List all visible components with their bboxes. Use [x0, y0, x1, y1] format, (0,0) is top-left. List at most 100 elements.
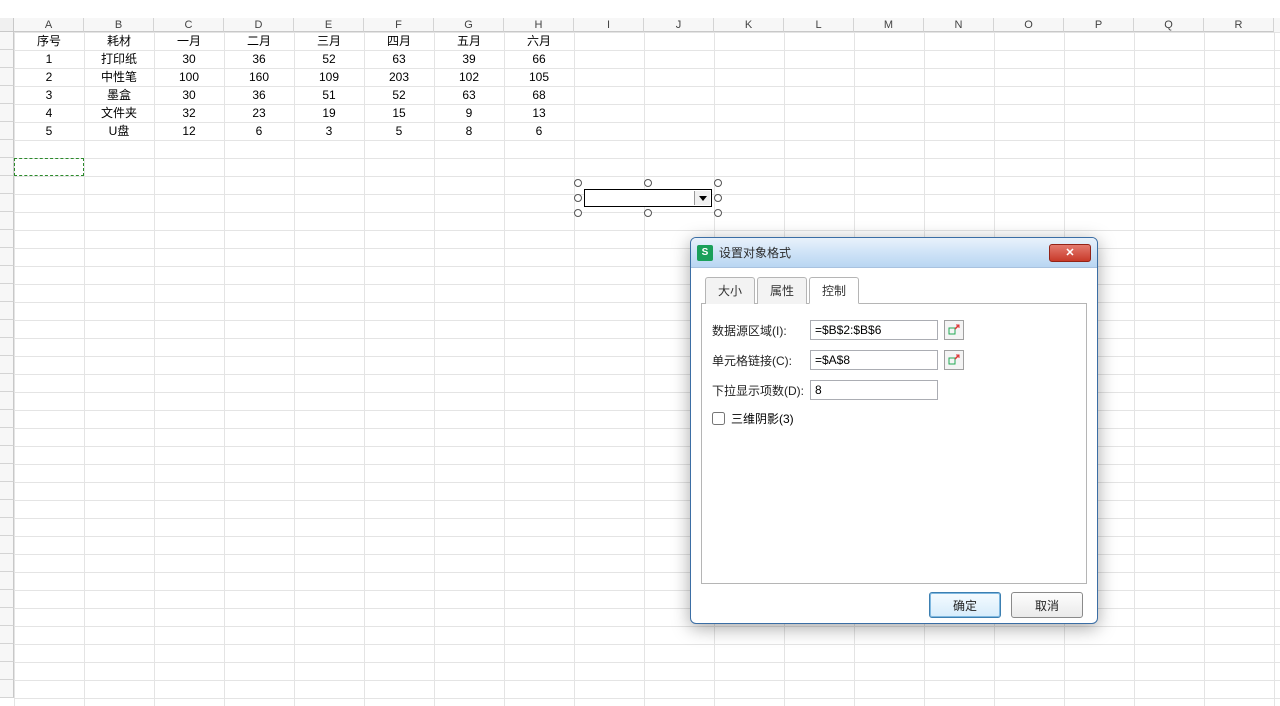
column-header[interactable]: F [364, 18, 434, 32]
row-header[interactable] [0, 644, 14, 662]
column-header[interactable]: M [854, 18, 924, 32]
row-header[interactable] [0, 158, 14, 176]
column-header[interactable]: J [644, 18, 714, 32]
cell[interactable]: 66 [504, 50, 574, 68]
cell[interactable]: 3 [294, 122, 364, 140]
resize-handle-tl[interactable] [574, 179, 582, 187]
row-header[interactable] [0, 608, 14, 626]
ok-button[interactable]: 确定 [929, 592, 1001, 618]
cell[interactable]: 5 [364, 122, 434, 140]
resize-handle-tr[interactable] [714, 179, 722, 187]
resize-handle-bl[interactable] [574, 209, 582, 217]
cell[interactable]: 4 [14, 104, 84, 122]
cell[interactable]: 五月 [434, 32, 504, 50]
resize-handle-ml[interactable] [574, 194, 582, 202]
cell[interactable]: 6 [224, 122, 294, 140]
row-header[interactable] [0, 302, 14, 320]
row-header[interactable] [0, 86, 14, 104]
column-header[interactable]: R [1204, 18, 1274, 32]
cell[interactable]: 序号 [14, 32, 84, 50]
cell[interactable]: U盘 [84, 122, 154, 140]
cell[interactable]: 36 [224, 50, 294, 68]
cell[interactable]: 耗材 [84, 32, 154, 50]
row-header[interactable] [0, 590, 14, 608]
tab-size[interactable]: 大小 [705, 277, 755, 304]
cell[interactable]: 105 [504, 68, 574, 86]
cell[interactable]: 12 [154, 122, 224, 140]
cell[interactable]: 5 [14, 122, 84, 140]
row-header[interactable] [0, 230, 14, 248]
select-all-corner[interactable] [0, 18, 14, 32]
cell[interactable]: 1 [14, 50, 84, 68]
row-header[interactable] [0, 464, 14, 482]
row-header[interactable] [0, 392, 14, 410]
row-header[interactable] [0, 194, 14, 212]
cell[interactable]: 6 [504, 122, 574, 140]
cell[interactable]: 32 [154, 104, 224, 122]
row-header[interactable] [0, 500, 14, 518]
cell[interactable]: 三月 [294, 32, 364, 50]
row-header[interactable] [0, 32, 14, 50]
resize-handle-br[interactable] [714, 209, 722, 217]
column-header[interactable]: P [1064, 18, 1134, 32]
combobox-body[interactable] [584, 189, 712, 207]
resize-handle-mr[interactable] [714, 194, 722, 202]
worksheet-combobox-control[interactable] [578, 183, 718, 213]
row-header[interactable] [0, 50, 14, 68]
cell-link-refpicker[interactable] [944, 350, 964, 370]
row-header[interactable] [0, 428, 14, 446]
tab-attributes[interactable]: 属性 [757, 277, 807, 304]
cell[interactable]: 102 [434, 68, 504, 86]
column-header[interactable]: D [224, 18, 294, 32]
cell[interactable]: 墨盒 [84, 86, 154, 104]
cell[interactable]: 30 [154, 50, 224, 68]
row-header[interactable] [0, 572, 14, 590]
cell[interactable]: 9 [434, 104, 504, 122]
row-header[interactable] [0, 122, 14, 140]
cell[interactable]: 中性笔 [84, 68, 154, 86]
column-header[interactable]: L [784, 18, 854, 32]
cell[interactable]: 68 [504, 86, 574, 104]
row-header[interactable] [0, 212, 14, 230]
cell[interactable]: 160 [224, 68, 294, 86]
cell[interactable]: 30 [154, 86, 224, 104]
cell[interactable]: 3 [14, 86, 84, 104]
dropdown-lines-field[interactable] [810, 380, 938, 400]
cell[interactable]: 39 [434, 50, 504, 68]
input-range-field[interactable] [810, 320, 938, 340]
column-header[interactable]: K [714, 18, 784, 32]
row-header[interactable] [0, 140, 14, 158]
tab-control[interactable]: 控制 [809, 277, 859, 304]
cell[interactable]: 63 [434, 86, 504, 104]
column-header[interactable]: C [154, 18, 224, 32]
close-button[interactable]: ✕ [1049, 244, 1091, 262]
column-header[interactable]: B [84, 18, 154, 32]
row-header[interactable] [0, 482, 14, 500]
cell[interactable]: 打印纸 [84, 50, 154, 68]
cell[interactable]: 2 [14, 68, 84, 86]
column-header[interactable]: Q [1134, 18, 1204, 32]
input-range-refpicker[interactable] [944, 320, 964, 340]
cell[interactable]: 二月 [224, 32, 294, 50]
column-header[interactable]: G [434, 18, 504, 32]
column-header[interactable]: N [924, 18, 994, 32]
row-header[interactable] [0, 626, 14, 644]
cell[interactable]: 100 [154, 68, 224, 86]
cell[interactable]: 203 [364, 68, 434, 86]
column-header[interactable]: E [294, 18, 364, 32]
column-header[interactable]: A [14, 18, 84, 32]
cell[interactable]: 19 [294, 104, 364, 122]
row-header[interactable] [0, 284, 14, 302]
cancel-button[interactable]: 取消 [1011, 592, 1083, 618]
cell[interactable]: 13 [504, 104, 574, 122]
cell[interactable]: 52 [294, 50, 364, 68]
row-header[interactable] [0, 554, 14, 572]
row-header[interactable] [0, 266, 14, 284]
cell[interactable]: 51 [294, 86, 364, 104]
row-header[interactable] [0, 104, 14, 122]
row-header[interactable] [0, 320, 14, 338]
row-header[interactable] [0, 176, 14, 194]
row-header[interactable] [0, 518, 14, 536]
cell[interactable]: 8 [434, 122, 504, 140]
cell[interactable]: 一月 [154, 32, 224, 50]
